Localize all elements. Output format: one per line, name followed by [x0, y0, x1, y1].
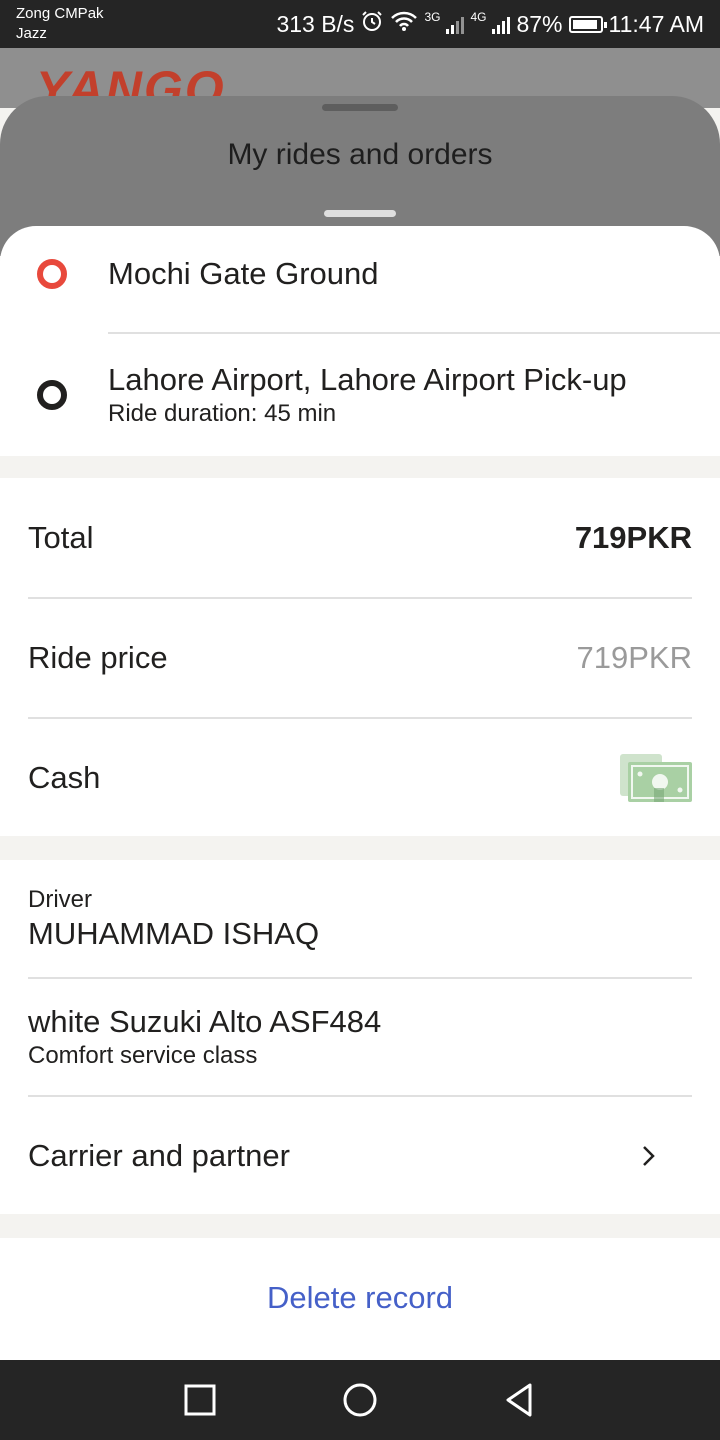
recent-apps-icon[interactable] — [180, 1380, 220, 1420]
wifi-icon — [390, 10, 418, 38]
cash-icon — [620, 754, 692, 804]
clock: 11:47 AM — [608, 10, 704, 37]
destination-address[interactable]: Lahore Airport, Lahore Airport Pick-up — [108, 362, 627, 398]
home-icon[interactable] — [340, 1380, 380, 1420]
status-bar: Zong CMPak Jazz 313 B/s 3G 4G 87% 11:47 … — [0, 0, 720, 48]
navigation-bar — [0, 1360, 720, 1440]
alarm-icon — [360, 9, 384, 39]
carrier-info: Zong CMPak Jazz — [16, 4, 104, 44]
signal-icon — [446, 14, 465, 34]
network-type-3g: 3G — [424, 10, 441, 24]
sheet-handle[interactable] — [322, 104, 398, 111]
total-label: Total — [28, 520, 94, 555]
carrier-name: Zong CMPak — [16, 5, 104, 22]
chevron-right-icon[interactable] — [640, 1144, 658, 1173]
pickup-address[interactable]: Mochi Gate Ground — [108, 256, 379, 292]
divider — [28, 717, 692, 719]
payment-method-label[interactable]: Cash — [28, 760, 100, 796]
destination-marker-icon — [37, 380, 67, 410]
car-description: white Suzuki Alto ASF484 — [28, 1004, 382, 1039]
battery-percent: 87% — [516, 10, 563, 37]
divider — [28, 977, 692, 979]
route-divider — [108, 332, 720, 334]
service-class: Comfort service class — [28, 1042, 258, 1069]
back-icon[interactable] — [500, 1380, 540, 1420]
divider — [28, 597, 692, 599]
signal-icon-2 — [492, 14, 511, 34]
status-icons: 313 B/s 3G 4G 87% 11:47 AM — [276, 0, 704, 48]
ride-price-label: Ride price — [28, 640, 168, 675]
driver-label: Driver — [28, 886, 92, 913]
pickup-marker-icon — [37, 259, 67, 289]
driver-name: MUHAMMAD ISHAQ — [28, 916, 320, 951]
total-value: 719PKR — [574, 520, 692, 555]
delete-record-button[interactable]: Delete record — [0, 1280, 720, 1316]
carrier-secondary: Jazz — [16, 25, 47, 42]
net-speed: 313 B/s — [276, 10, 355, 37]
card-handle[interactable] — [324, 210, 396, 217]
carrier-partner-link[interactable]: Carrier and partner — [28, 1138, 290, 1174]
ride-price-value: 719PKR — [576, 640, 692, 675]
ride-duration: Ride duration: 45 min — [108, 400, 337, 427]
divider — [28, 1095, 692, 1097]
battery-icon — [568, 15, 607, 33]
network-type-4g: 4G — [470, 10, 487, 24]
page-title: My rides and orders — [227, 138, 493, 171]
